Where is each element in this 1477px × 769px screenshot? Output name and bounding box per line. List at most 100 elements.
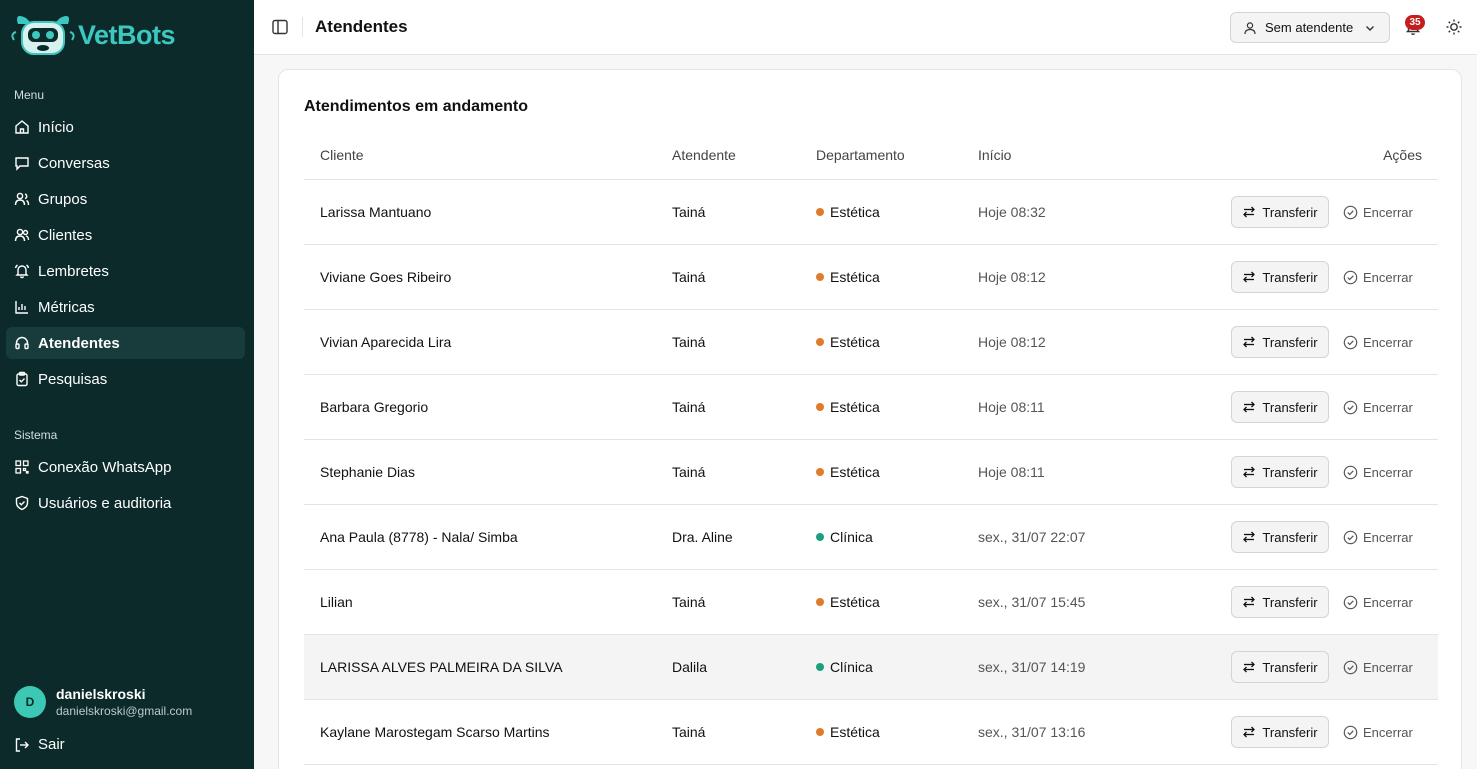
transfer-label: Transferir xyxy=(1262,594,1318,610)
check-circle-icon xyxy=(1343,530,1358,544)
transfer-icon xyxy=(1243,531,1256,543)
transfer-icon xyxy=(1243,206,1256,218)
sidebar-item-pesquisas[interactable]: Pesquisas xyxy=(6,363,245,395)
table-row[interactable]: Kaylane Marostegam Scarso Martins Tainá Es… xyxy=(304,700,1438,765)
transfer-button[interactable]: Transferir xyxy=(1231,326,1329,358)
sidebar-item-metricas[interactable]: Métricas xyxy=(6,291,245,323)
transfer-icon xyxy=(1243,596,1256,608)
sidebar: VetBots Menu Início Conversas Grupos Cli… xyxy=(0,0,254,769)
end-attendance-button[interactable]: Encerrar xyxy=(1343,196,1413,228)
sidebar-item-conexao-whatsapp[interactable]: Conexão WhatsApp xyxy=(6,451,245,483)
end-attendance-button[interactable]: Encerrar xyxy=(1343,651,1413,683)
message-icon xyxy=(15,157,29,171)
department-label: Clínica xyxy=(830,659,873,675)
cell-client: Viviane Goes Ribeiro xyxy=(320,269,452,285)
department-status-dot xyxy=(816,208,824,216)
cell-start: Hoje 08:12 xyxy=(978,269,1046,285)
attendant-select[interactable]: Sem atendente xyxy=(1230,12,1390,43)
bell-ring-icon xyxy=(14,264,30,279)
end-attendance-button[interactable]: Encerrar xyxy=(1343,391,1413,423)
transfer-button[interactable]: Transferir xyxy=(1231,261,1329,293)
department-status-dot xyxy=(816,273,824,281)
transfer-button[interactable]: Transferir xyxy=(1231,651,1329,683)
attendances-table: Cliente Atendente Departamento Início Aç… xyxy=(304,140,1438,765)
column-header-attendant: Atendente xyxy=(672,147,736,163)
end-attendance-button[interactable]: Encerrar xyxy=(1343,586,1413,618)
main-nav: Início Conversas Grupos Clientes Lembret… xyxy=(6,111,245,399)
end-label: Encerrar xyxy=(1363,594,1413,610)
transfer-button[interactable]: Transferir xyxy=(1231,521,1329,553)
cell-start: sex., 31/07 13:16 xyxy=(978,724,1086,740)
check-circle-icon xyxy=(1343,400,1358,414)
sidebar-item-atendentes[interactable]: Atendentes xyxy=(6,327,245,359)
header-divider xyxy=(302,17,303,37)
users-icon xyxy=(14,228,30,242)
sidebar-item-usuarios-auditoria[interactable]: Usuários e auditoria xyxy=(6,487,245,519)
transfer-label: Transferir xyxy=(1262,529,1318,545)
cell-attendant: Tainá xyxy=(672,334,706,350)
sidebar-item-label: Grupos xyxy=(38,190,88,208)
check-circle-icon xyxy=(1343,270,1358,284)
sidebar-item-clientes[interactable]: Clientes xyxy=(6,219,245,251)
transfer-button[interactable]: Transferir xyxy=(1231,456,1329,488)
cell-client: Stephanie Dias xyxy=(320,464,415,480)
table-row[interactable]: Stephanie Dias Tainá Estética Hoje 08:11 Tra… xyxy=(304,440,1438,505)
sidebar-item-inicio[interactable]: Início xyxy=(6,111,245,143)
table-row[interactable]: Viviane Goes Ribeiro Tainá Estética Hoje 08… xyxy=(304,245,1438,310)
cell-attendant: Dalila xyxy=(672,659,708,675)
table-row[interactable]: Larissa Mantuano Tainá Estética Hoje 08:32 T… xyxy=(304,180,1438,245)
sidebar-toggle-icon[interactable] xyxy=(271,18,289,36)
table-row[interactable]: Vivian Aparecida Lira Tainá Estética Hoje 0… xyxy=(304,310,1438,375)
transfer-button[interactable]: Transferir xyxy=(1231,196,1329,228)
transfer-label: Transferir xyxy=(1262,464,1318,480)
end-attendance-button[interactable]: Encerrar xyxy=(1343,326,1413,358)
department-status-dot xyxy=(816,663,824,671)
transfer-button[interactable]: Transferir xyxy=(1231,391,1329,423)
cell-department: Estética xyxy=(816,399,880,415)
table-row[interactable]: Barbara Gregorio Tainá Estética Hoje 08:11 T… xyxy=(304,375,1438,440)
end-label: Encerrar xyxy=(1363,204,1413,220)
department-label: Estética xyxy=(830,204,880,220)
cell-client: Ana Paula (8778) - Nala/ Simba xyxy=(320,529,518,545)
department-label: Estética xyxy=(830,269,880,285)
clipboard-check-icon xyxy=(16,371,28,387)
end-label: Encerrar xyxy=(1363,399,1413,415)
user-name: danielskroski xyxy=(56,686,146,702)
department-status-dot xyxy=(816,533,824,541)
sidebar-item-conversas[interactable]: Conversas xyxy=(6,147,245,179)
sidebar-item-grupos[interactable]: Grupos xyxy=(6,183,245,215)
end-attendance-button[interactable]: Encerrar xyxy=(1343,261,1413,293)
logout-button[interactable]: Sair xyxy=(14,736,65,753)
end-label: Encerrar xyxy=(1363,269,1413,285)
system-nav: Conexão WhatsApp Usuários e auditoria xyxy=(6,451,245,523)
end-attendance-button[interactable]: Encerrar xyxy=(1343,521,1413,553)
cell-department: Estética xyxy=(816,594,880,610)
transfer-label: Transferir xyxy=(1262,659,1318,675)
cell-attendant: Tainá xyxy=(672,724,706,740)
end-attendance-button[interactable]: Encerrar xyxy=(1343,456,1413,488)
transfer-label: Transferir xyxy=(1262,399,1318,415)
check-circle-icon xyxy=(1343,335,1358,349)
top-header: Atendentes Sem atendente 35 xyxy=(254,0,1477,55)
transfer-button[interactable]: Transferir xyxy=(1231,586,1329,618)
page-title: Atendentes xyxy=(315,17,408,36)
robot-dog-logo-icon xyxy=(11,16,75,55)
table-row[interactable]: Ana Paula (8778) - Nala/ Simba Dra. Aline… xyxy=(304,505,1438,570)
transfer-button[interactable]: Transferir xyxy=(1231,716,1329,748)
system-section-label: Sistema xyxy=(14,428,58,442)
logout-icon xyxy=(15,737,29,752)
brand-logo[interactable]: VetBots xyxy=(10,10,176,60)
cell-attendant: Tainá xyxy=(672,399,706,415)
cell-department: Clínica xyxy=(816,659,873,675)
cell-client: LARISSA ALVES PALMEIRA DA SILVA xyxy=(320,659,563,675)
sidebar-item-lembretes[interactable]: Lembretes xyxy=(6,255,245,287)
table-row[interactable]: LARISSA ALVES PALMEIRA DA SILVA Dalila Clí… xyxy=(304,635,1438,700)
sun-icon[interactable] xyxy=(1445,18,1463,36)
department-label: Estética xyxy=(830,724,880,740)
table-row[interactable]: Lilian Tainá Estética sex., 31/07 15:45 Tran… xyxy=(304,570,1438,635)
end-attendance-button[interactable]: Encerrar xyxy=(1343,716,1413,748)
user-profile[interactable]: D danielskroski danielskroski@gmail.com xyxy=(14,686,192,718)
shield-icon xyxy=(15,495,29,511)
cell-attendant: Tainá xyxy=(672,204,706,220)
transfer-icon xyxy=(1243,271,1256,283)
